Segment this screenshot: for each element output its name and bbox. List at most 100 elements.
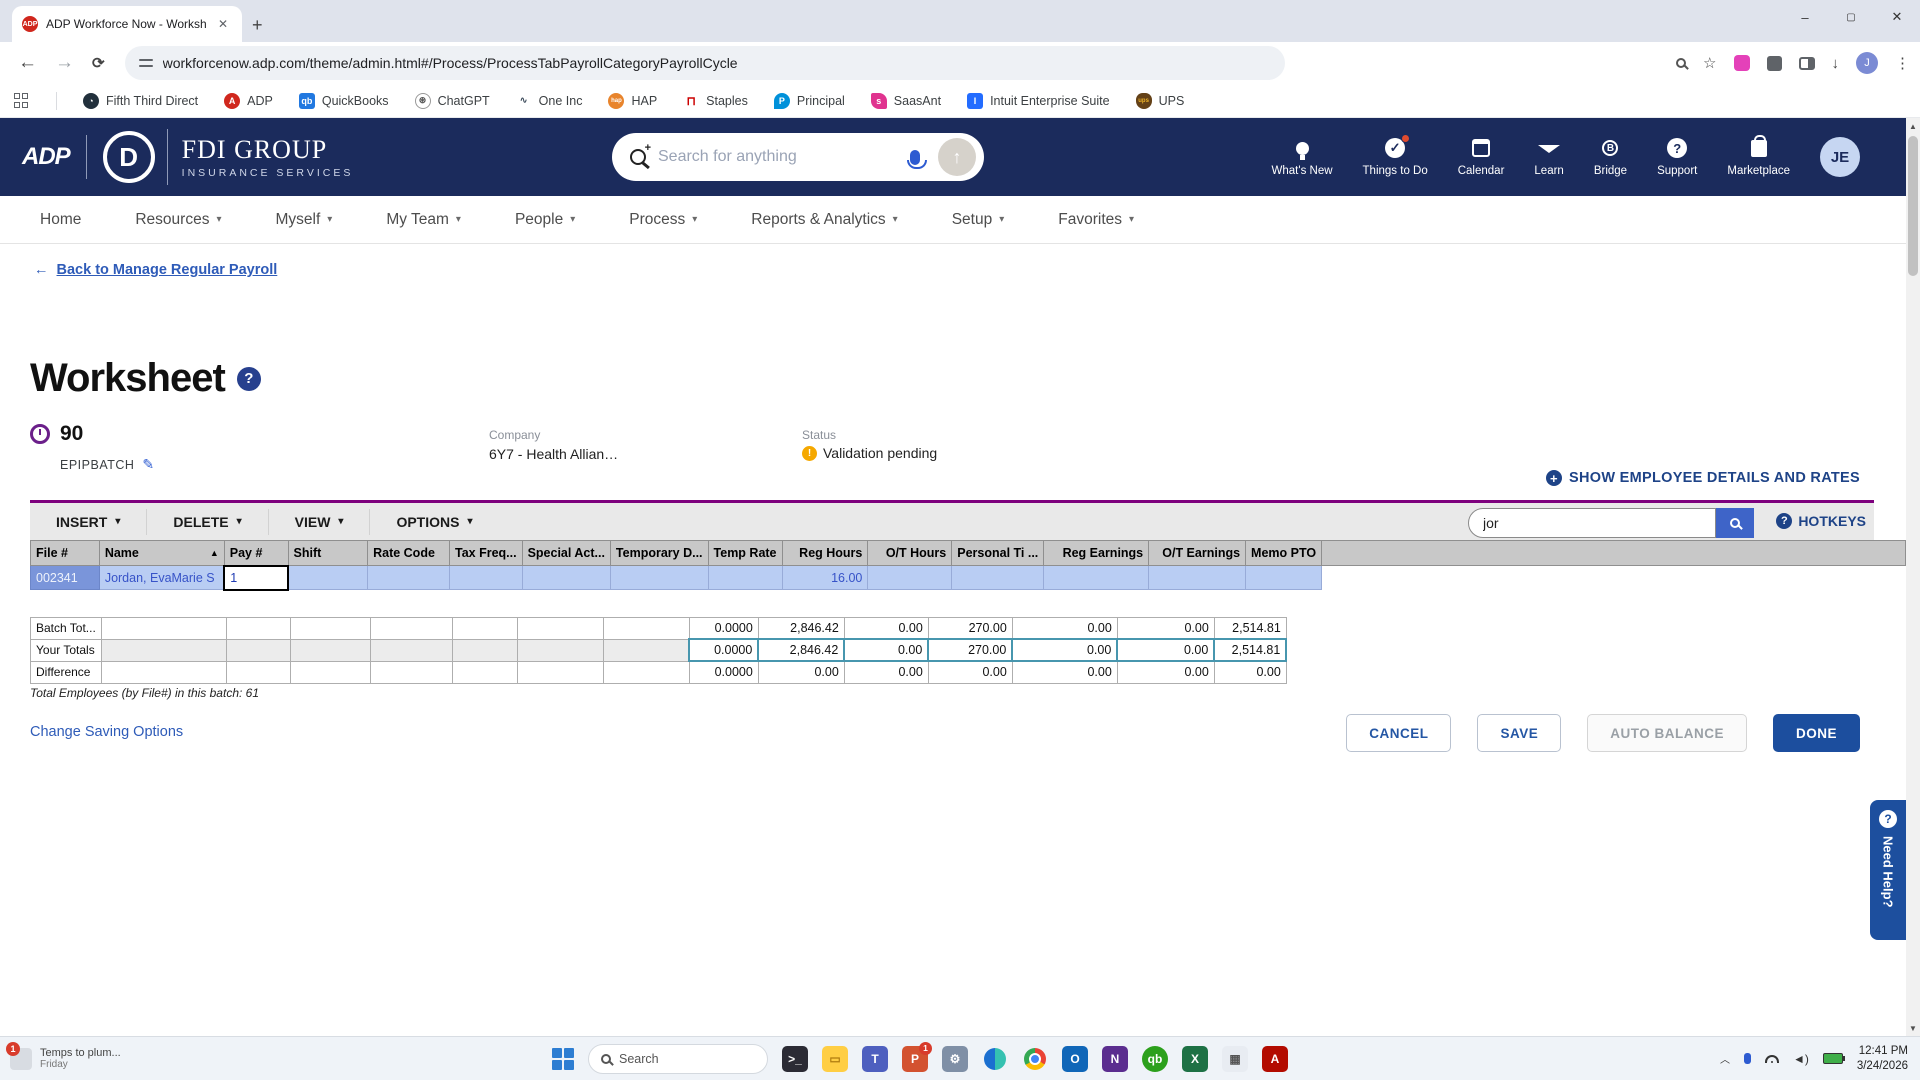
your-reg-earnings[interactable]: 0.00: [1011, 638, 1119, 662]
side-panel-icon[interactable]: [1798, 56, 1815, 70]
global-search[interactable]: ↑: [612, 133, 984, 181]
outlook-icon[interactable]: O: [1062, 1045, 1088, 1072]
settings-icon[interactable]: ⚙: [942, 1045, 968, 1072]
mic-icon[interactable]: [907, 149, 927, 169]
page-scrollbar[interactable]: ▲ ▼: [1906, 118, 1920, 1036]
bookmark-fifth-third[interactable]: ◔ Fifth Third Direct: [83, 92, 198, 109]
site-settings-icon[interactable]: [138, 57, 153, 69]
apps-grid-icon[interactable]: [14, 92, 30, 109]
forward-button[interactable]: →: [55, 52, 74, 74]
windows-start-button[interactable]: [552, 1047, 574, 1070]
powerpoint-icon[interactable]: P1: [902, 1041, 932, 1072]
cell-shift[interactable]: [287, 565, 369, 590]
need-help-tab[interactable]: ? Need Help?: [1870, 800, 1906, 940]
volume-icon[interactable]: ◄): [1793, 1052, 1809, 1066]
search-submit-button[interactable]: ↑: [938, 138, 976, 176]
bookmark-staples[interactable]: ⊓ Staples: [683, 92, 748, 109]
back-to-payroll-link[interactable]: ← Back to Manage Regular Payroll: [34, 262, 277, 278]
taskbar-search[interactable]: Search: [588, 1043, 768, 1074]
teams-icon[interactable]: T: [862, 1045, 888, 1072]
delete-menu[interactable]: DELETE ▾: [147, 508, 269, 535]
zoom-icon[interactable]: [1676, 58, 1687, 68]
cell-name[interactable]: Jordan, EvaMarie S: [98, 565, 225, 590]
col-ot-earnings[interactable]: O/T Earnings: [1148, 540, 1247, 566]
bookmark-intuit[interactable]: I Intuit Enterprise Suite: [967, 92, 1110, 109]
bookmark-one-inc[interactable]: ∿ One Inc: [515, 92, 582, 109]
browser-tab[interactable]: ADP ADP Workforce Now - Worksheet ✕: [12, 6, 242, 42]
terminal-icon[interactable]: >_: [782, 1045, 808, 1072]
col-temporary-d[interactable]: Temporary D...: [609, 540, 709, 566]
cell-temporary-d[interactable]: [609, 565, 709, 590]
battery-icon[interactable]: [1822, 1053, 1845, 1064]
your-ot-hours[interactable]: 0.00: [843, 638, 930, 662]
onenote-icon[interactable]: N: [1102, 1045, 1128, 1072]
col-temp-rate[interactable]: Temp Rate: [707, 540, 783, 566]
things-to-do-button[interactable]: ✓ Things to Do: [1363, 134, 1428, 177]
insert-menu[interactable]: INSERT ▾: [30, 508, 148, 535]
store-icon[interactable]: ▦: [1222, 1045, 1248, 1072]
nav-process[interactable]: Process ▾: [629, 211, 697, 229]
bookmark-star-icon[interactable]: ☆: [1703, 54, 1716, 72]
nav-myself[interactable]: Myself ▾: [275, 211, 332, 229]
cell-special-act[interactable]: [521, 565, 611, 590]
bookmark-principal[interactable]: P Principal: [773, 92, 845, 109]
show-employee-details-link[interactable]: + SHOW EMPLOYEE DETAILS AND RATES: [1546, 470, 1860, 486]
reload-button[interactable]: ⟳: [92, 54, 105, 72]
extensions-puzzle-icon[interactable]: [1766, 55, 1782, 71]
worksheet-help-icon[interactable]: ?: [236, 366, 261, 391]
bookmark-quickbooks[interactable]: qb QuickBooks: [298, 92, 389, 109]
chrome-icon[interactable]: [1022, 1046, 1048, 1072]
cell-memo-pto[interactable]: [1245, 565, 1323, 590]
change-saving-options-link[interactable]: Change Saving Options: [30, 724, 183, 740]
auto-balance-button[interactable]: AUTO BALANCE: [1587, 714, 1747, 752]
nav-home[interactable]: Home: [40, 211, 81, 229]
pink-extension-icon[interactable]: [1733, 55, 1750, 71]
back-button[interactable]: ←: [18, 52, 37, 74]
col-special-act[interactable]: Special Act...: [521, 540, 611, 566]
grid-search-button[interactable]: [1716, 508, 1754, 538]
nav-my-team[interactable]: My Team ▾: [386, 211, 461, 229]
edit-pencil-icon[interactable]: ✎: [142, 456, 154, 473]
bookmark-ups[interactable]: ups UPS: [1135, 92, 1184, 109]
cell-file-number[interactable]: 002341: [30, 565, 100, 590]
bookmark-hap[interactable]: hap HAP: [608, 92, 657, 109]
col-memo-pto[interactable]: Memo PTO: [1245, 540, 1323, 566]
calendar-button[interactable]: Calendar: [1458, 137, 1504, 177]
your-reg-hours[interactable]: 2,846.42: [757, 638, 846, 662]
cell-temp-rate[interactable]: [707, 565, 783, 590]
nav-people[interactable]: People ▾: [515, 211, 575, 229]
save-button[interactable]: SAVE: [1477, 714, 1562, 752]
cancel-button[interactable]: CANCEL: [1346, 714, 1452, 752]
browser-profile-avatar[interactable]: J: [1856, 52, 1878, 74]
whats-new-button[interactable]: What's New: [1272, 137, 1333, 177]
col-file-number[interactable]: File #: [30, 540, 100, 566]
tray-mic-icon[interactable]: [1743, 1053, 1751, 1064]
nav-setup[interactable]: Setup ▾: [952, 211, 1005, 229]
cell-reg-hours[interactable]: 16.00: [781, 565, 869, 590]
bookmark-adp[interactable]: A ADP: [224, 92, 273, 109]
edge-icon[interactable]: [982, 1046, 1008, 1072]
col-reg-earnings[interactable]: Reg Earnings: [1043, 540, 1150, 566]
your-ot-earnings[interactable]: 0.00: [1116, 638, 1216, 662]
cell-reg-earnings[interactable]: [1043, 565, 1150, 590]
bridge-button[interactable]: B Bridge: [1594, 137, 1627, 177]
learn-button[interactable]: Learn: [1534, 137, 1564, 177]
window-minimize-button[interactable]: –: [1782, 0, 1828, 34]
col-rate-code[interactable]: Rate Code: [367, 540, 450, 566]
cell-pay-number-active[interactable]: 1: [223, 564, 290, 591]
col-tax-freq[interactable]: Tax Freq...: [448, 540, 523, 566]
tray-chevron-icon[interactable]: ︿: [1720, 1051, 1730, 1066]
grid-search-input[interactable]: [1468, 508, 1716, 538]
support-button[interactable]: ? Support: [1657, 137, 1697, 177]
nav-reports-analytics[interactable]: Reports & Analytics ▾: [751, 211, 897, 229]
address-bar[interactable]: workforcenow.adp.com/theme/admin.html#/P…: [124, 46, 1285, 80]
scrollbar-thumb[interactable]: [1908, 136, 1918, 276]
tab-close-icon[interactable]: ✕: [214, 15, 232, 33]
excel-icon[interactable]: X: [1182, 1045, 1208, 1072]
view-menu[interactable]: VIEW ▾: [269, 508, 371, 535]
taskbar-clock[interactable]: 12:41 PM 3/24/2026: [1857, 1044, 1908, 1074]
scroll-up-icon[interactable]: ▲: [1906, 118, 1920, 134]
browser-menu-icon[interactable]: ⋮: [1895, 54, 1910, 72]
user-avatar[interactable]: JE: [1820, 137, 1860, 177]
downloads-icon[interactable]: ↓: [1832, 55, 1840, 72]
